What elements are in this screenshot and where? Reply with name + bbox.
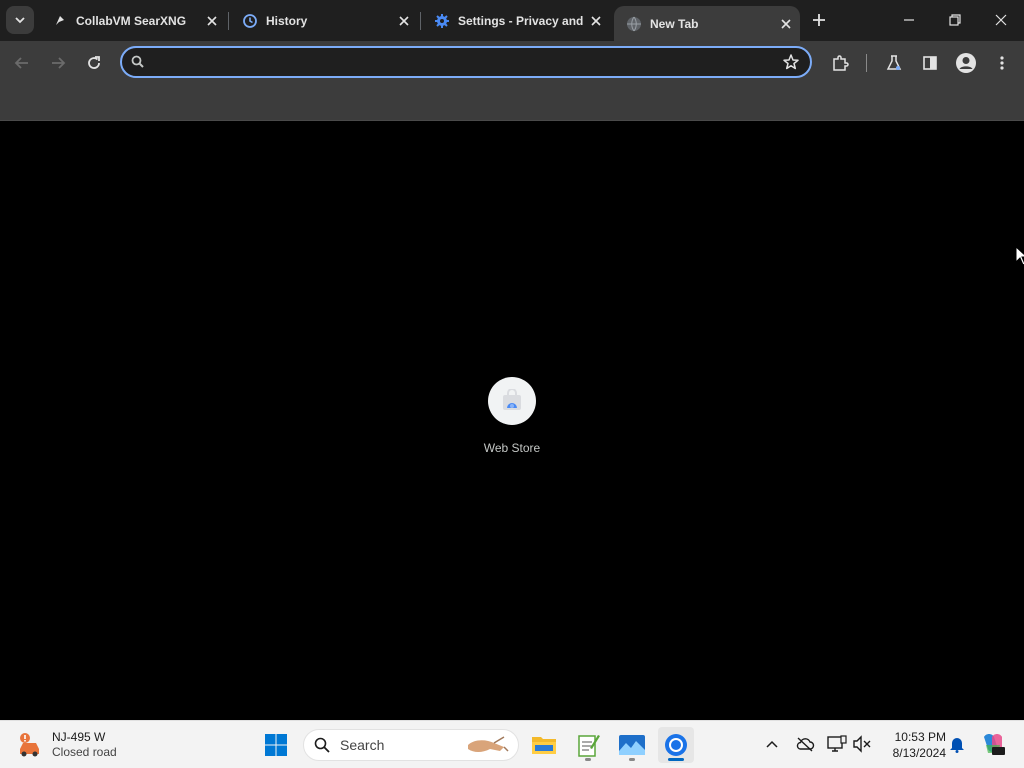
restore-icon	[949, 14, 961, 26]
menu-button[interactable]	[988, 49, 1016, 77]
chrome-icon	[665, 734, 687, 756]
taskbar-file-explorer[interactable]	[526, 727, 562, 763]
tab-collabvm-searxng[interactable]: CollabVM SearXNG	[40, 5, 226, 36]
tab-title: CollabVM SearXNG	[76, 13, 187, 28]
windows-start-icon	[265, 734, 287, 756]
minimize-icon	[904, 19, 914, 21]
toolbar-divider	[866, 54, 867, 72]
searxng-icon	[52, 13, 68, 29]
taskbar-notepad[interactable]	[570, 727, 606, 763]
chevron-down-icon	[15, 17, 25, 24]
tab-title: New Tab	[650, 16, 699, 31]
side-panel-button[interactable]	[916, 49, 944, 77]
minimize-button[interactable]	[886, 0, 932, 40]
traffic-alert-icon	[20, 733, 39, 757]
address-input[interactable]	[156, 50, 780, 76]
arrow-right-icon	[52, 57, 66, 69]
search-icon	[314, 737, 330, 753]
reload-icon	[88, 56, 100, 69]
close-tab-icon[interactable]	[202, 11, 222, 31]
search-highlight-icon	[468, 736, 509, 752]
weather-subtitle: Closed road	[52, 745, 117, 759]
arrow-left-icon	[14, 57, 28, 69]
extensions-button[interactable]	[826, 49, 854, 77]
tab-settings[interactable]: Settings - Privacy and	[422, 5, 610, 36]
taskbar-photos[interactable]	[614, 727, 650, 763]
close-window-button[interactable]	[978, 0, 1024, 40]
globe-icon	[626, 16, 642, 32]
close-tab-icon[interactable]	[586, 11, 606, 31]
search-label: Search	[340, 737, 385, 753]
web-store-icon	[503, 389, 521, 410]
tab-strip: CollabVM SearXNG History Settings - Priv…	[0, 0, 1024, 41]
shortcut-web-store[interactable]: Web Store	[472, 377, 552, 467]
network-tray[interactable]	[826, 733, 848, 755]
mouse-cursor-icon	[1015, 246, 1024, 266]
system-clock[interactable]: 10:53 PM 8/13/2024	[880, 729, 946, 761]
running-indicator	[585, 758, 591, 761]
network-monitor-icon	[827, 735, 847, 752]
profile-avatar-icon	[956, 53, 976, 73]
new-tab-page: Web Store	[0, 121, 1024, 720]
search-icon	[131, 55, 144, 68]
shortcut-label: Web Store	[483, 441, 541, 455]
tab-separator	[420, 12, 421, 30]
tab-new-tab[interactable]: New Tab	[614, 6, 800, 41]
bookmark-star-icon[interactable]	[782, 53, 800, 71]
side-panel-icon	[923, 56, 937, 70]
photos-icon	[619, 735, 645, 755]
browser-toolbar	[0, 41, 1024, 84]
clock-date: 8/13/2024	[892, 746, 946, 760]
weather-widget[interactable]: NJ-495 W Closed road	[16, 727, 117, 763]
cloud-off-icon	[796, 737, 815, 752]
weather-title: NJ-495 W	[52, 730, 106, 744]
bell-icon	[950, 738, 964, 753]
puzzle-icon	[833, 55, 849, 71]
back-button[interactable]	[8, 49, 36, 77]
close-icon	[995, 14, 1007, 26]
running-indicator	[629, 758, 635, 761]
copilot-icon	[984, 734, 1005, 755]
onedrive-tray[interactable]	[794, 733, 816, 755]
taskbar-chrome[interactable]	[658, 727, 694, 763]
forward-button[interactable]	[44, 49, 72, 77]
file-explorer-icon	[532, 737, 556, 754]
profile-button[interactable]	[952, 49, 980, 77]
tab-history[interactable]: History	[230, 5, 418, 36]
speaker-muted-icon	[853, 735, 871, 753]
show-hidden-icons-button[interactable]	[761, 733, 783, 755]
restore-button[interactable]	[932, 0, 978, 40]
tab-title: Settings - Privacy and	[458, 13, 584, 28]
taskbar-search[interactable]: Search	[303, 729, 519, 761]
shortcut-tile[interactable]	[488, 377, 536, 425]
notepad-icon	[578, 735, 600, 757]
plus-icon	[813, 14, 825, 26]
labs-button[interactable]	[880, 49, 908, 77]
history-icon	[242, 13, 258, 29]
tab-separator	[228, 12, 229, 30]
close-tab-icon[interactable]	[394, 11, 414, 31]
chevron-up-icon	[766, 740, 778, 748]
address-bar[interactable]	[120, 46, 812, 78]
flask-icon	[886, 55, 902, 70]
bookmarks-bar	[0, 84, 1024, 121]
taskbar: NJ-495 W Closed road Search 10:53 PM 8/1…	[0, 720, 1024, 768]
start-button[interactable]	[258, 727, 294, 763]
more-vert-icon	[1000, 56, 1004, 70]
tab-title: History	[266, 13, 308, 28]
notifications-button[interactable]	[946, 733, 968, 755]
copilot-button[interactable]	[980, 731, 1006, 757]
clock-time: 10:53 PM	[894, 730, 946, 744]
close-tab-icon[interactable]	[776, 14, 796, 34]
tab-search-button[interactable]	[6, 6, 34, 34]
new-tab-button[interactable]	[806, 7, 832, 33]
running-indicator	[668, 758, 684, 761]
volume-tray[interactable]	[851, 733, 873, 755]
settings-gear-icon	[434, 13, 450, 29]
reload-button[interactable]	[80, 49, 108, 77]
